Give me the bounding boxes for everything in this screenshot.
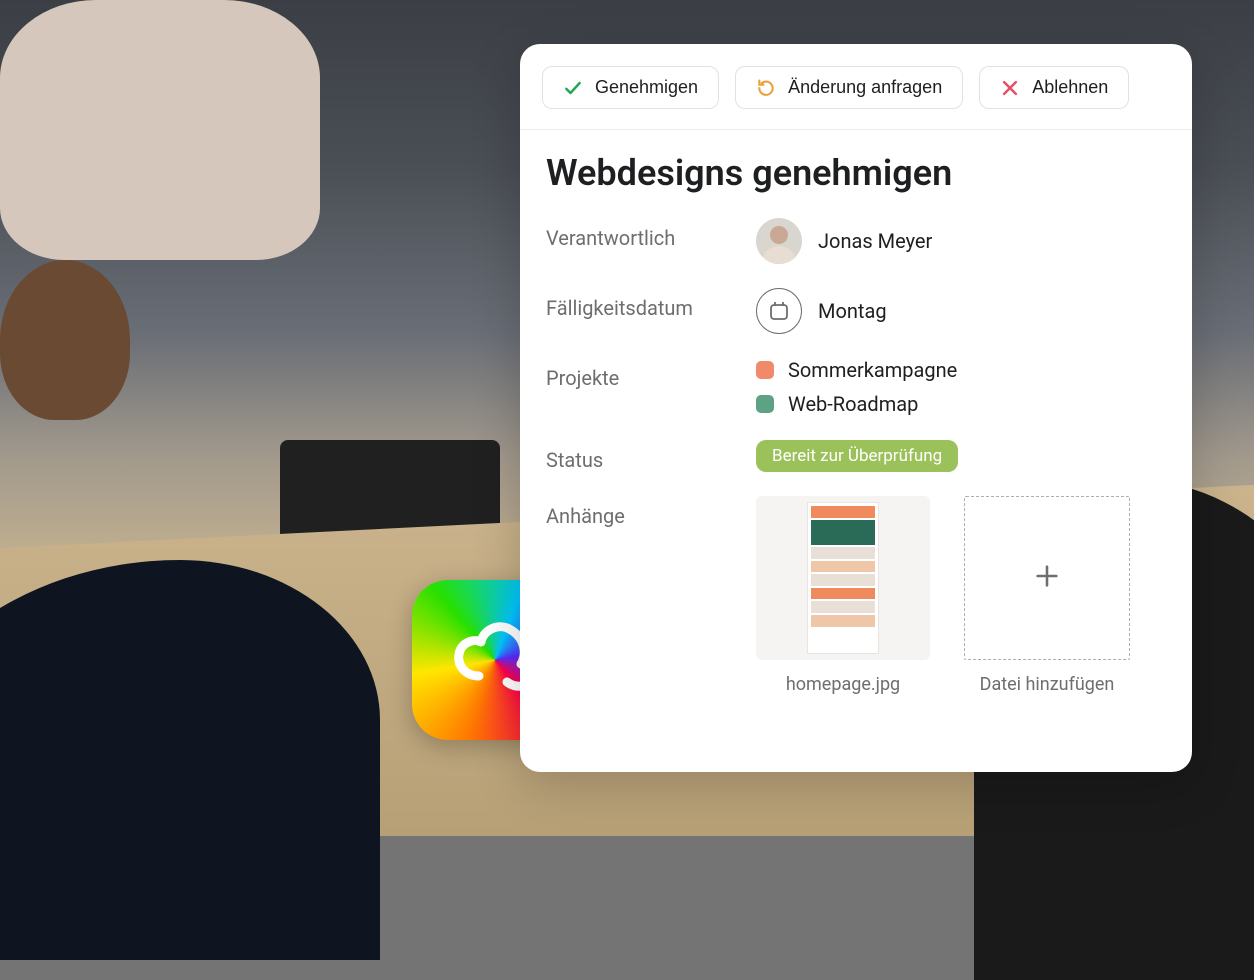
due-date-label: Fälligkeitsdatum: [546, 288, 756, 320]
status-label: Status: [546, 440, 756, 472]
task-title: Webdesigns genehmigen: [546, 152, 1166, 194]
assignee[interactable]: Jonas Meyer: [756, 218, 1166, 264]
attachments-label: Anhänge: [546, 496, 756, 528]
plus-icon: [1033, 562, 1061, 594]
field-attachments: Anhänge homepage.jpg: [546, 496, 1166, 695]
field-responsible: Verantwortlich Jonas Meyer: [546, 218, 1166, 264]
request-change-button[interactable]: Änderung anfragen: [735, 66, 963, 109]
x-icon: [1000, 78, 1020, 98]
due-date[interactable]: Montag: [756, 288, 1166, 334]
calendar-icon: [756, 288, 802, 334]
cycle-icon: [756, 78, 776, 98]
attachment-item[interactable]: homepage.jpg: [756, 496, 930, 695]
request-change-label: Änderung anfragen: [788, 77, 942, 98]
responsible-label: Verantwortlich: [546, 218, 756, 250]
attachment-thumbnail: [756, 496, 930, 660]
due-date-value: Montag: [818, 299, 887, 323]
project-chip-sommerkampagne[interactable]: Sommerkampagne: [756, 358, 1166, 382]
reject-button[interactable]: Ablehnen: [979, 66, 1129, 109]
status-badge[interactable]: Bereit zur Überprüfung: [756, 440, 958, 472]
bg-person-body: [0, 0, 320, 260]
field-due-date: Fälligkeitsdatum Montag: [546, 288, 1166, 334]
project-name: Sommerkampagne: [788, 358, 957, 382]
project-color-icon: [756, 395, 774, 413]
add-attachment[interactable]: Datei hinzufügen: [960, 496, 1134, 695]
approve-label: Genehmigen: [595, 77, 698, 98]
projects-label: Projekte: [546, 358, 756, 390]
task-card: Genehmigen Änderung anfragen Ablehnen We…: [520, 44, 1192, 772]
project-name: Web-Roadmap: [788, 392, 918, 416]
bg-foreground-person-left: [0, 560, 380, 960]
reject-label: Ablehnen: [1032, 77, 1108, 98]
attachment-filename: homepage.jpg: [786, 674, 900, 695]
approval-action-bar: Genehmigen Änderung anfragen Ablehnen: [520, 44, 1192, 130]
avatar: [756, 218, 802, 264]
assignee-name: Jonas Meyer: [818, 229, 932, 253]
field-status: Status Bereit zur Überprüfung: [546, 440, 1166, 472]
bg-person-head: [0, 260, 130, 420]
project-color-icon: [756, 361, 774, 379]
approve-button[interactable]: Genehmigen: [542, 66, 719, 109]
project-chip-web-roadmap[interactable]: Web-Roadmap: [756, 392, 1166, 416]
check-icon: [563, 78, 583, 98]
add-attachment-dropzone[interactable]: [964, 496, 1130, 660]
field-projects: Projekte Sommerkampagne Web-Roadmap: [546, 358, 1166, 416]
add-file-label: Datei hinzufügen: [980, 674, 1115, 695]
